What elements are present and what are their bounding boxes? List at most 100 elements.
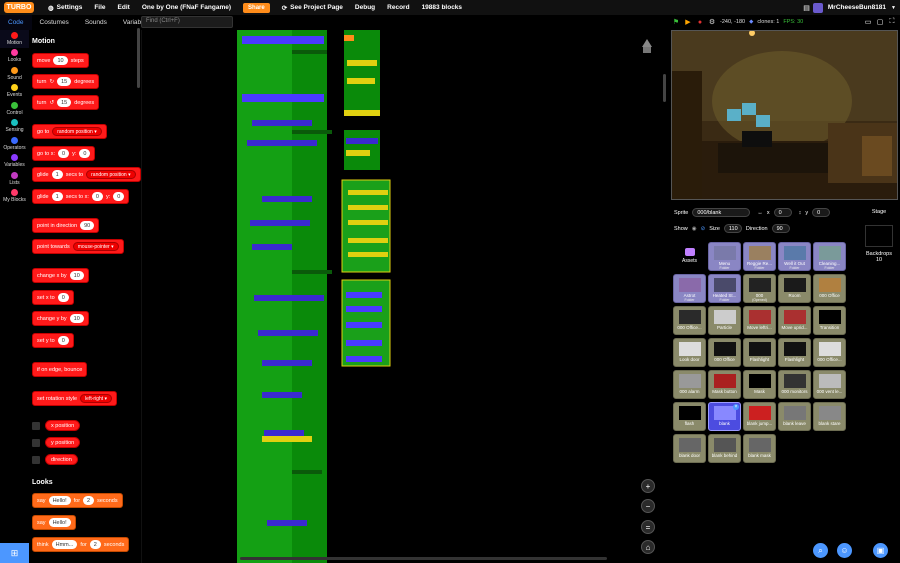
block-input[interactable]: 10 (69, 314, 84, 323)
category-motion[interactable]: Motion (0, 30, 29, 48)
block-input[interactable]: 2 (83, 496, 95, 505)
code-horizontal-scrollbar[interactable] (240, 557, 607, 560)
block-input[interactable]: 10 (53, 56, 68, 65)
category-sensing[interactable]: Sensing (0, 118, 29, 136)
block-change-x[interactable]: change x by 10 (32, 268, 89, 283)
block-input[interactable]: 0 (113, 192, 125, 201)
block-input[interactable]: 2 (89, 540, 101, 549)
block-glide-xy[interactable]: glide 1 secs to x: 0 y: 0 (32, 189, 130, 204)
reporter-y-position[interactable]: y position (45, 437, 81, 448)
eye-closed-icon[interactable]: ⊘ (701, 226, 706, 232)
add-backdrop-button[interactable]: ▣ (873, 543, 888, 558)
category-looks[interactable]: Looks (0, 48, 29, 66)
tab-sounds[interactable]: Sounds (77, 15, 115, 30)
zoom-out-button[interactable]: − (641, 499, 655, 513)
x-input[interactable]: 0 (773, 208, 792, 217)
assets-folder[interactable]: Assets (673, 242, 706, 271)
logo[interactable]: TURBO (4, 2, 34, 13)
block-input[interactable]: 0 (57, 293, 69, 302)
eye-open-icon[interactable]: ◉ (692, 226, 697, 232)
stage-canvas[interactable] (671, 30, 898, 200)
block-glide-to[interactable]: glide 1 secs to random position ▾ (32, 167, 141, 182)
sprite-tile[interactable]: Look door (673, 338, 706, 367)
block-turn-right[interactable]: turn ↻ 15 degrees (32, 74, 100, 89)
cleanup-button[interactable]: ⌂ (641, 540, 655, 554)
block-input[interactable]: 15 (57, 98, 72, 107)
sprite-name-input[interactable]: 000/blank (692, 208, 751, 217)
stage-thumbnail[interactable] (865, 225, 893, 247)
category-events[interactable]: Events (0, 83, 29, 101)
category-lists[interactable]: Lists (0, 170, 29, 188)
sprite-tile[interactable]: 000 Office... (813, 338, 846, 367)
sprite-tile[interactable]: Mask button (708, 370, 741, 399)
block-go-to-xy[interactable]: go to x: 0 y: 0 (32, 146, 96, 161)
block-turn-left[interactable]: turn ↺ 15 degrees (32, 95, 100, 110)
tab-code[interactable]: Code (0, 15, 32, 30)
sprite-folder-tile[interactable]: Well it Out Folder (778, 242, 811, 271)
settings-menu[interactable]: ◍ Settings (42, 4, 88, 12)
sprite-folder-tile[interactable]: Heated St... Folder (708, 274, 741, 303)
sprite-tile[interactable]: 000 vent le... (813, 370, 846, 399)
block-say[interactable]: say Hello! (32, 515, 76, 530)
x-position-checkbox[interactable] (32, 422, 40, 430)
sprite-folder-tile[interactable]: Astrot Folder (673, 274, 706, 303)
category-variables[interactable]: Variables (0, 153, 29, 171)
sprite-tile[interactable]: Move leftri... (743, 306, 776, 335)
share-button[interactable]: Share (243, 2, 270, 13)
go-to-dropdown[interactable]: random position ▾ (52, 127, 102, 136)
stop-icon[interactable]: ● (696, 18, 704, 26)
sprite-tile[interactable]: 000 monitors (778, 370, 811, 399)
glide-dropdown[interactable]: random position ▾ (86, 170, 136, 179)
chevron-down-icon[interactable]: ▼ (891, 5, 896, 11)
stage-selector[interactable]: Stage Backdrops 10 (858, 205, 900, 285)
code-vertical-scrollbar[interactable] (663, 74, 666, 102)
block-input[interactable]: 1 (51, 192, 63, 201)
sprite-tile[interactable]: 000 alarm (673, 370, 706, 399)
add-extension-button[interactable]: ⊞ (0, 543, 29, 563)
block-point-towards[interactable]: point towards mouse-pointer ▾ (32, 239, 124, 254)
point-towards-dropdown[interactable]: mouse-pointer ▾ (72, 242, 119, 251)
sprite-tile[interactable]: blank mask (743, 434, 776, 463)
sprite-tile[interactable]: 000 Office... (673, 306, 706, 335)
sprite-tile[interactable]: 000 Office (813, 274, 846, 303)
category-operators[interactable]: Operators (0, 135, 29, 153)
block-input[interactable]: 90 (80, 221, 95, 230)
file-menu[interactable]: File (88, 4, 111, 11)
green-flag-icon[interactable]: ⚑ (672, 18, 680, 26)
sprite-tile[interactable]: flash (673, 402, 706, 431)
find-input[interactable]: Find (Ctrl+F) (141, 16, 233, 28)
block-set-x[interactable]: set x to 0 (32, 290, 74, 305)
y-input[interactable]: 0 (812, 208, 831, 217)
sprite-tile[interactable]: Move uprid... (778, 306, 811, 335)
block-bounce[interactable]: if on edge, bounce (32, 362, 88, 377)
size-input[interactable]: 110 (723, 224, 742, 233)
username[interactable]: MrCheeseBun8181 (826, 4, 888, 11)
sprite-tile[interactable]: 000 (Opened) (743, 274, 776, 303)
sprite-tile[interactable]: Room (778, 274, 811, 303)
project-title[interactable]: One by One (FNaF Fangame) (136, 4, 237, 11)
palette-scrollbar[interactable] (137, 28, 140, 88)
pause-icon[interactable]: ▶ (684, 18, 692, 26)
fullscreen-icon[interactable]: ⛶ (888, 18, 896, 26)
edit-menu[interactable]: Edit (112, 4, 136, 11)
block-input[interactable]: 0 (91, 192, 103, 201)
delete-sprite-icon[interactable]: × (733, 404, 739, 410)
reporter-direction[interactable]: direction (45, 454, 78, 465)
block-input[interactable]: Hello! (48, 518, 71, 527)
sprite-tile[interactable]: Transition (813, 306, 846, 335)
block-input[interactable]: 0 (58, 149, 70, 158)
block-input[interactable]: 0 (57, 336, 69, 345)
sprite-tile[interactable]: Particle (708, 306, 741, 335)
block-rotation-style[interactable]: set rotation style left-right ▾ (32, 391, 118, 406)
large-stage-icon[interactable]: ▢ (876, 18, 884, 26)
avatar[interactable] (812, 2, 823, 13)
sprite-tile[interactable]: 000 Office (708, 338, 741, 367)
block-input[interactable]: 10 (69, 271, 84, 280)
category-control[interactable]: Control (0, 100, 29, 118)
block-input[interactable]: 0 (79, 149, 91, 158)
sprite-folder-tile[interactable]: Menu Folder (708, 242, 741, 271)
turbo-icon[interactable]: ⚙ (708, 18, 716, 26)
folder-icon[interactable]: ▤ (803, 4, 810, 12)
sprite-tile[interactable]: blank stare (813, 402, 846, 431)
add-sprite-button[interactable]: ☺ (837, 543, 852, 558)
